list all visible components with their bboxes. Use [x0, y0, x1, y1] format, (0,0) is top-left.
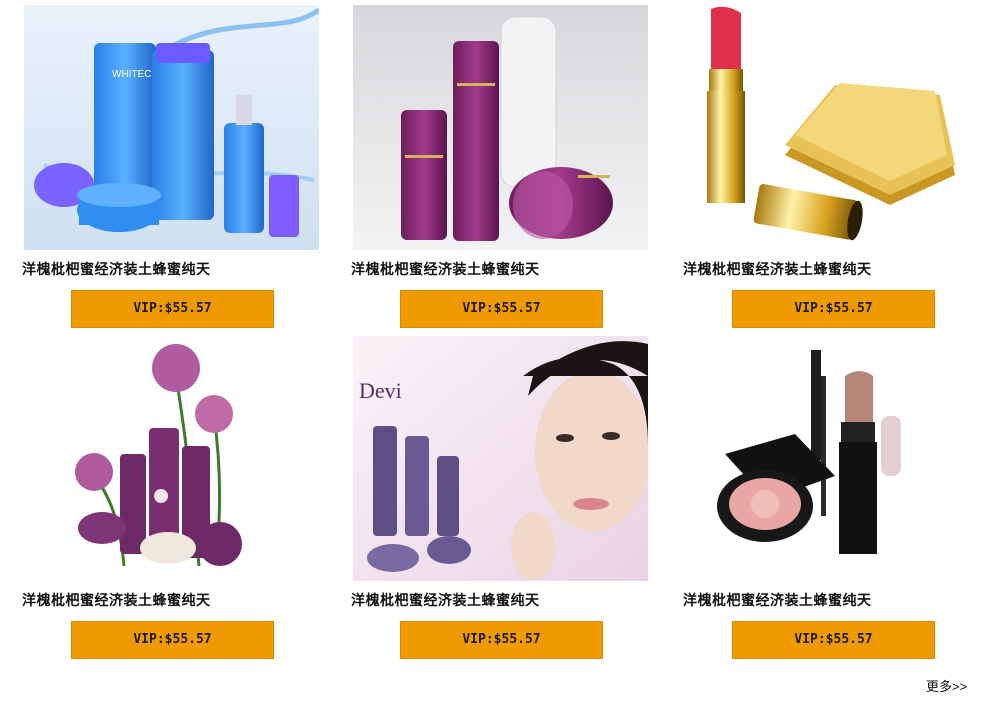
- product-image[interactable]: Devi: [353, 336, 648, 581]
- vip-price-button[interactable]: VIP:$55.57: [732, 621, 935, 659]
- product-image[interactable]: [353, 5, 648, 250]
- vip-price-button[interactable]: VIP:$55.57: [71, 290, 274, 328]
- product-name[interactable]: 洋槐枇杷蜜经济装土蜂蜜纯天: [683, 259, 983, 279]
- product-name[interactable]: 洋槐枇杷蜜经济装土蜂蜜纯天: [22, 259, 322, 279]
- product-name[interactable]: 洋槐枇杷蜜经济装土蜂蜜纯天: [351, 590, 651, 610]
- vip-price-button[interactable]: VIP:$55.57: [732, 290, 935, 328]
- whitech-brand-text: WHITECH: [112, 69, 159, 80]
- product-image[interactable]: [685, 336, 980, 581]
- product-image[interactable]: WHITECH: [24, 5, 319, 250]
- product-image[interactable]: [685, 5, 980, 250]
- product-name[interactable]: 洋槐枇杷蜜经济装土蜂蜜纯天: [683, 590, 983, 610]
- devi-brand-text: Devi: [359, 378, 402, 403]
- more-link[interactable]: 更多>>: [926, 676, 967, 695]
- product-name[interactable]: 洋槐枇杷蜜经济装土蜂蜜纯天: [22, 590, 322, 610]
- product-name[interactable]: 洋槐枇杷蜜经济装土蜂蜜纯天: [351, 259, 651, 279]
- product-image[interactable]: [24, 336, 319, 581]
- product-grid: WHITECH 洋槐枇杷蜜经济装土蜂蜜纯天 VIP:$55.57 洋槐枇杷蜜经济…: [0, 0, 1002, 702]
- vip-price-button[interactable]: VIP:$55.57: [71, 621, 274, 659]
- vip-price-button[interactable]: VIP:$55.57: [400, 621, 603, 659]
- vip-price-button[interactable]: VIP:$55.57: [400, 290, 603, 328]
